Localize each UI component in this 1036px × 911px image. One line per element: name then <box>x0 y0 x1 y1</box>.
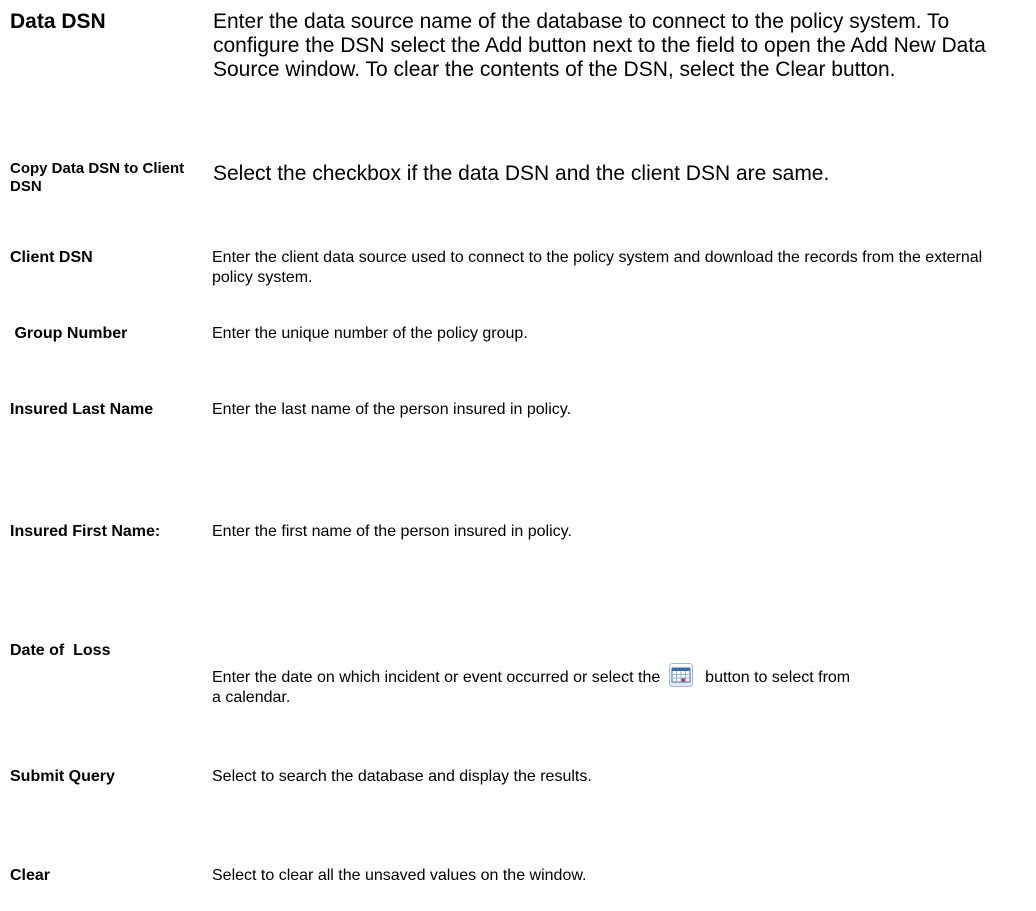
desc-insured-first-name: Enter the first name of the person insur… <box>212 523 572 540</box>
term-data-dsn: Data DSN <box>10 10 106 33</box>
desc-date-of-loss: Enter the date on which incident or even… <box>212 663 852 708</box>
term-group-number: Group Number <box>10 325 128 342</box>
term-clear: Clear <box>10 867 51 884</box>
desc-insured-last-name: Enter the last name of the person insure… <box>212 401 572 418</box>
calendar-icon <box>668 663 693 687</box>
desc-copy-data-dsn: Select the checkbox if the data DSN and … <box>213 162 830 185</box>
term-client-dsn: Client DSN <box>10 249 93 266</box>
desc-data-dsn: Enter the data source name of the databa… <box>213 10 986 81</box>
desc-date-of-loss-before: Enter the date on which incident or even… <box>212 669 661 686</box>
term-copy-data-dsn: Copy Data DSN to Client DSN <box>10 160 185 195</box>
term-insured-first-name: Insured First Name: <box>10 523 161 540</box>
desc-submit-query: Select to search the database and displa… <box>212 768 592 785</box>
term-date-of-loss: Date of Loss <box>10 642 111 659</box>
desc-group-number: Enter the unique number of the policy gr… <box>212 325 528 342</box>
term-insured-last-name: Insured Last Name <box>10 401 154 418</box>
desc-client-dsn: Enter the client data source used to con… <box>212 249 983 286</box>
desc-clear: Select to clear all the unsaved values o… <box>212 867 587 884</box>
term-submit-query: Submit Query <box>10 768 115 785</box>
